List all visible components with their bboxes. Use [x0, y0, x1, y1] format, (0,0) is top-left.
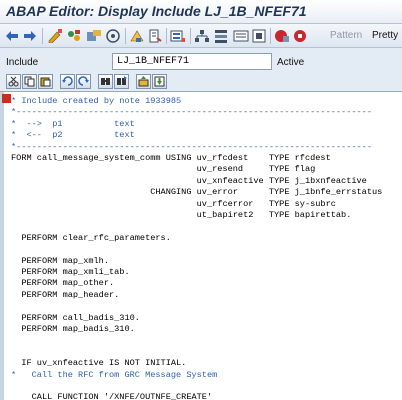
- code-line: uv_rfcerror TYPE sy-subrc: [11, 198, 336, 209]
- find-icon[interactable]: [98, 74, 113, 89]
- code-comment-line: * Include created by note 1933985: [11, 96, 182, 106]
- toggle-display-change-icon[interactable]: [47, 28, 63, 44]
- code-comment-line: * --> p1 text: [11, 118, 135, 129]
- forward-arrow-icon[interactable]: [23, 28, 37, 44]
- undo-icon[interactable]: [60, 74, 75, 89]
- toolbar-separator: [166, 28, 167, 44]
- code-comment-line: *---------------------------------------…: [11, 141, 372, 152]
- code-line: PERFORM map_xmlh.: [11, 255, 109, 266]
- code-line: CALL FUNCTION '/XNFE/OUTNFE_CREATE': [11, 392, 213, 400]
- include-status: Active: [277, 57, 305, 68]
- redo-icon[interactable]: [76, 74, 91, 89]
- code-line: ut_bapiret2 TYPE bapirettab.: [11, 210, 352, 220]
- hierarchy-icon[interactable]: [213, 28, 229, 44]
- code-line: PERFORM map_badis_310.: [11, 324, 135, 334]
- code-line: PERFORM map_header.: [11, 289, 120, 300]
- code-line: PERFORM clear_rfc_parameters.: [11, 232, 171, 243]
- code-line: uv_resend TYPE flag: [11, 164, 316, 175]
- other-object-icon[interactable]: [66, 28, 82, 44]
- code-line: IF uv_xnfeactive IS NOT INITIAL.: [11, 358, 187, 369]
- back-arrow-icon[interactable]: [5, 28, 19, 44]
- code-line: CHANGING uv_error TYPE j_1bnfe_errstatus: [11, 187, 383, 198]
- where-used-icon[interactable]: [129, 28, 145, 44]
- pretty-printer-button[interactable]: Pretty: [372, 30, 398, 41]
- code-comment-line: *---------------------------------------…: [11, 107, 372, 118]
- display-object-list-icon[interactable]: [170, 28, 186, 44]
- code-line: PERFORM call_badis_310.: [11, 312, 140, 323]
- object-list-icon[interactable]: [148, 28, 162, 44]
- download-icon[interactable]: [152, 74, 167, 89]
- code-line: PERFORM map_xmli_tab.: [11, 267, 130, 277]
- toolbar-separator: [190, 28, 191, 44]
- code-comment-line: * <-- p2 text: [11, 130, 135, 141]
- paste-icon[interactable]: [38, 74, 53, 89]
- session-breakpoint-icon[interactable]: [293, 28, 309, 44]
- find-next-icon[interactable]: [114, 74, 129, 89]
- breakpoint-icon[interactable]: [274, 28, 290, 44]
- print-icon[interactable]: [233, 28, 249, 44]
- upload-icon[interactable]: [136, 74, 151, 89]
- window-title: ABAP Editor: Display Include LJ_1B_NFEF7…: [6, 3, 307, 19]
- application-toolbar: Pattern Pretty: [0, 24, 402, 48]
- code-line: uv_xnfeactive TYPE j_1bxnfeactive: [11, 175, 367, 186]
- code-editor[interactable]: * Include created by note 1933985 *------…: [0, 91, 402, 400]
- include-label: Include: [6, 57, 39, 68]
- pattern-button[interactable]: Pattern: [330, 30, 362, 41]
- editor-button-row: [0, 74, 402, 91]
- code-line: PERFORM map_other.: [11, 278, 115, 289]
- include-name-field[interactable]: LJ_1B_NFEF71: [112, 53, 272, 70]
- activate-icon[interactable]: [86, 28, 102, 44]
- close-icon[interactable]: [2, 94, 11, 103]
- cut-icon[interactable]: [6, 74, 21, 89]
- toolbar-separator: [125, 28, 126, 44]
- code-comment-line: * Call the RFC from GRC Message System: [11, 369, 218, 380]
- include-field-row: Include LJ_1B_NFEF71 Active: [0, 48, 402, 74]
- editor-gutter: [0, 92, 4, 400]
- stop-icon[interactable]: [252, 28, 266, 44]
- check-icon[interactable]: [105, 28, 121, 44]
- title-bar: ABAP Editor: Display Include LJ_1B_NFEF7…: [0, 0, 402, 24]
- toolbar-separator: [42, 28, 43, 44]
- navigation-window-icon[interactable]: [194, 28, 210, 44]
- copy-icon[interactable]: [22, 74, 37, 89]
- code-line: FORM call_message_system_comm USING uv_r…: [11, 153, 331, 163]
- toolbar-separator: [270, 28, 271, 44]
